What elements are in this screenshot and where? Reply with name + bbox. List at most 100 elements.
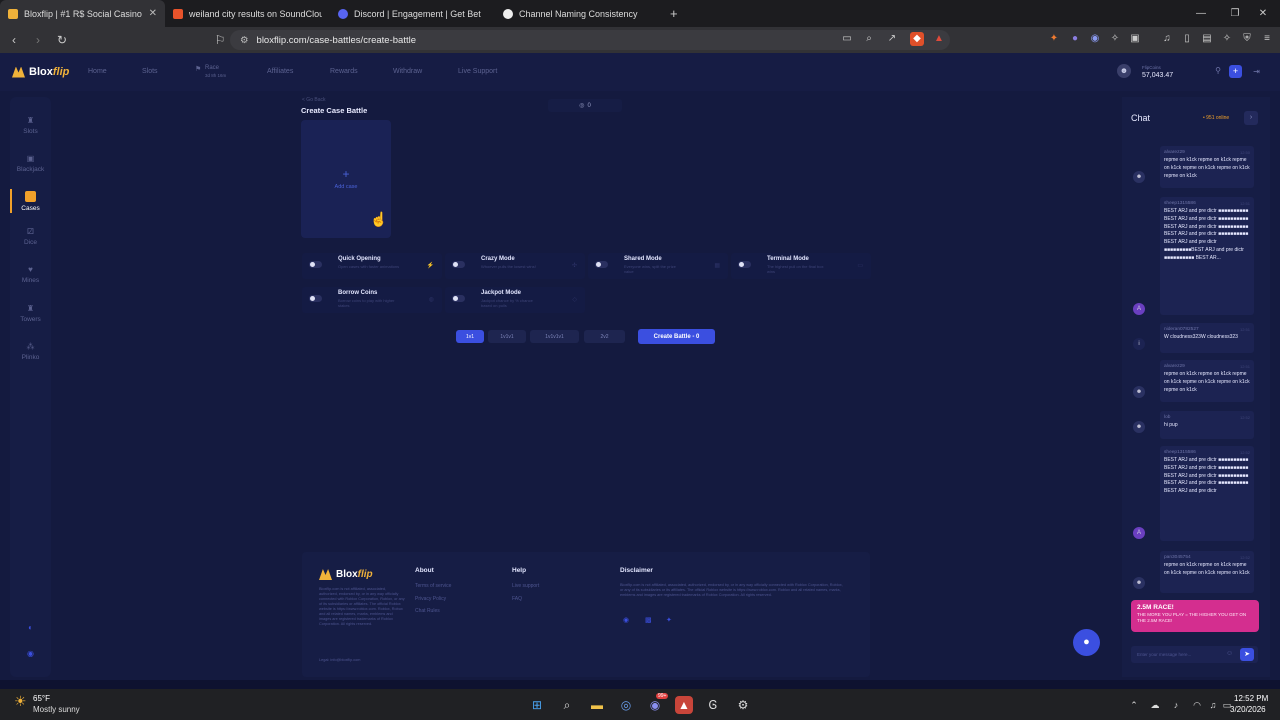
chat-message: sheep1315586 12:51 BEST ARJ and pre dict… xyxy=(1160,197,1254,315)
tab-bloxflip[interactable]: Bloxflip | #1 R$ Social Casino & ... ✕ xyxy=(0,0,165,27)
leo-icon[interactable]: ✧ xyxy=(1220,32,1234,46)
windows-start-icon[interactable]: ⊞ xyxy=(528,696,546,714)
reload-icon[interactable]: ↻ xyxy=(52,33,72,47)
nav-slots[interactable]: Slots xyxy=(142,68,158,75)
sidebar-icon[interactable]: ▯ xyxy=(1180,32,1194,46)
nav-withdraw[interactable]: Withdraw xyxy=(393,68,422,75)
nav-home[interactable]: Home xyxy=(88,68,107,75)
menu-icon[interactable]: ≡ xyxy=(1260,32,1274,46)
info-icon: ◐ xyxy=(28,622,33,632)
search-icon[interactable]: ⌕ xyxy=(558,696,576,714)
chat-bubble-button[interactable]: ● xyxy=(1073,629,1100,656)
mode-1v1-button[interactable]: 1v1 xyxy=(456,330,484,343)
screenshot-icon[interactable]: ▣ xyxy=(1128,32,1142,46)
nav-race[interactable]: Race xyxy=(205,65,219,71)
mode-2v2-button[interactable]: 2v2 xyxy=(584,330,625,343)
tab-channel-naming[interactable]: Channel Naming Consistency xyxy=(495,0,660,27)
bell-icon[interactable]: ⚲ xyxy=(1213,66,1223,76)
bloxflip-logo[interactable]: Bloxflip xyxy=(12,66,69,78)
footer-link-chat-rules[interactable]: Chat Rules xyxy=(415,608,440,614)
discord-extension-icon[interactable]: ◉ xyxy=(1088,32,1102,46)
sidebar-info-button[interactable]: ◐ xyxy=(10,617,51,637)
window-close-icon[interactable]: ✕ xyxy=(1246,0,1280,27)
sidebar-item-mines[interactable]: ♥ Mines xyxy=(10,256,51,292)
brave-shield-icon[interactable]: ◆ xyxy=(910,32,924,46)
sidebar-item-slots[interactable]: ♜ Slots xyxy=(10,107,51,143)
create-battle-button[interactable]: Create Battle - 0 xyxy=(638,329,715,344)
cast-icon[interactable]: ▭ xyxy=(840,32,854,46)
shared-mode-toggle[interactable] xyxy=(595,261,608,268)
tab-discord[interactable]: Discord | Engagement | Get Bet xyxy=(330,0,495,27)
chat-username[interactable]: nideran0782527 xyxy=(1164,327,1250,332)
promo-title: 2.5M RACE! xyxy=(1137,604,1174,611)
crazy-mode-toggle[interactable] xyxy=(452,261,465,268)
avatar[interactable]: ☻ xyxy=(1117,64,1131,78)
option-shared-mode: Shared Mode Everyone wins, split the pri… xyxy=(588,253,728,279)
close-tab-icon[interactable]: ✕ xyxy=(149,8,157,19)
borrow-coins-toggle[interactable] xyxy=(309,295,322,302)
cloud-icon[interactable]: ☁ xyxy=(1146,696,1164,714)
app-icon[interactable]: ◎ xyxy=(617,696,635,714)
mode-1v1v1v1-button[interactable]: 1v1v1v1 xyxy=(530,330,579,343)
emoji-icon[interactable]: ☺ xyxy=(1226,650,1233,657)
chat-username[interactable]: pan3045754 xyxy=(1164,555,1250,560)
send-message-button[interactable]: ➤ xyxy=(1240,648,1254,661)
nav-race-icon[interactable]: ⚑ xyxy=(195,65,201,73)
terminal-mode-toggle[interactable] xyxy=(738,261,751,268)
footer-link-live-support[interactable]: Live support xyxy=(512,583,539,589)
chat-username[interactable]: sheep1315586 xyxy=(1164,201,1250,206)
sidebar-item-towers[interactable]: ♜ Towers xyxy=(10,295,51,331)
vpn-icon[interactable]: ⛨ xyxy=(1240,32,1254,46)
new-tab-button[interactable]: + xyxy=(670,6,678,21)
nav-affiliates[interactable]: Affiliates xyxy=(267,68,293,75)
file-explorer-icon[interactable]: ▬ xyxy=(588,696,606,714)
chat-username[interactable]: sheep1315586 xyxy=(1164,450,1250,455)
sidebar-item-blackjack[interactable]: ▣ Blackjack xyxy=(10,145,51,181)
site-info-icon[interactable]: ⚙ xyxy=(240,35,249,46)
footer-link-faq[interactable]: FAQ xyxy=(512,596,522,602)
twitter-icon[interactable]: ✦ xyxy=(666,616,672,624)
twitch-icon[interactable]: ▩ xyxy=(645,616,652,624)
brave-rewards-icon[interactable]: ▲ xyxy=(932,32,946,46)
settings-icon[interactable]: ⚙ xyxy=(734,696,752,714)
music-icon[interactable]: ♫ xyxy=(1160,32,1174,46)
deposit-button[interactable]: + xyxy=(1229,65,1242,78)
chat-collapse-icon[interactable]: › xyxy=(1244,111,1258,125)
chat-username[interactable]: lob xyxy=(1164,415,1250,420)
logout-icon[interactable]: ⇥ xyxy=(1250,65,1263,78)
chat-username[interactable]: alvarez29 xyxy=(1164,150,1250,155)
extensions-icon[interactable]: ✧ xyxy=(1108,32,1122,46)
share-icon[interactable]: ↗ xyxy=(885,32,899,46)
jackpot-mode-toggle[interactable] xyxy=(452,295,465,302)
sidebar-item-cases[interactable]: Cases xyxy=(10,183,51,219)
minimize-icon[interactable]: — xyxy=(1184,0,1218,27)
tab-soundcloud[interactable]: weiland city results on SoundCloud xyxy=(165,0,330,27)
extension-icon[interactable]: ● xyxy=(1068,32,1082,46)
brave-taskbar-icon[interactable]: ▲ xyxy=(675,696,693,714)
zoom-icon[interactable]: ⌕ xyxy=(862,32,876,46)
go-back-link[interactable]: < Go Back xyxy=(302,97,325,103)
wallet-icon[interactable]: ▤ xyxy=(1200,32,1214,46)
nav-live-support[interactable]: Live Support xyxy=(458,68,497,75)
tray-chevron-icon[interactable]: ⌃ xyxy=(1125,696,1143,714)
nav-rewards[interactable]: Rewards xyxy=(330,68,358,75)
app-icon[interactable]: Ꮆ xyxy=(704,696,722,714)
forward-icon[interactable]: › xyxy=(28,33,48,47)
bookmark-icon[interactable]: ⚐ xyxy=(210,33,230,47)
quick-opening-toggle[interactable] xyxy=(309,261,322,268)
weather-icon[interactable]: ☀ xyxy=(14,693,27,710)
race-promo-banner[interactable]: 2.5M RACE! THE MORE YOU PLAY = THE HIGHE… xyxy=(1131,600,1259,632)
sidebar-item-plinko[interactable]: ⁂ Plinko xyxy=(10,333,51,369)
discord-icon[interactable]: ◉ xyxy=(623,616,629,624)
sidebar-item-dice[interactable]: ⚂ Dice xyxy=(10,218,51,254)
mode-1v1v1-button[interactable]: 1v1v1 xyxy=(488,330,526,343)
footer-link-privacy[interactable]: Privacy Policy xyxy=(415,596,446,602)
footer-link-terms[interactable]: Terms of service xyxy=(415,583,451,589)
chat-input[interactable]: Enter your message here... xyxy=(1131,646,1258,663)
sidebar-discord-button[interactable]: ◉ xyxy=(10,643,51,663)
share-icon: ▦ xyxy=(714,263,720,269)
extension-icon[interactable]: ✦ xyxy=(1047,32,1061,46)
back-icon[interactable]: ‹ xyxy=(4,33,24,47)
microphone-icon[interactable]: ♪ xyxy=(1167,696,1185,714)
chat-username[interactable]: alvarez29 xyxy=(1164,364,1250,369)
